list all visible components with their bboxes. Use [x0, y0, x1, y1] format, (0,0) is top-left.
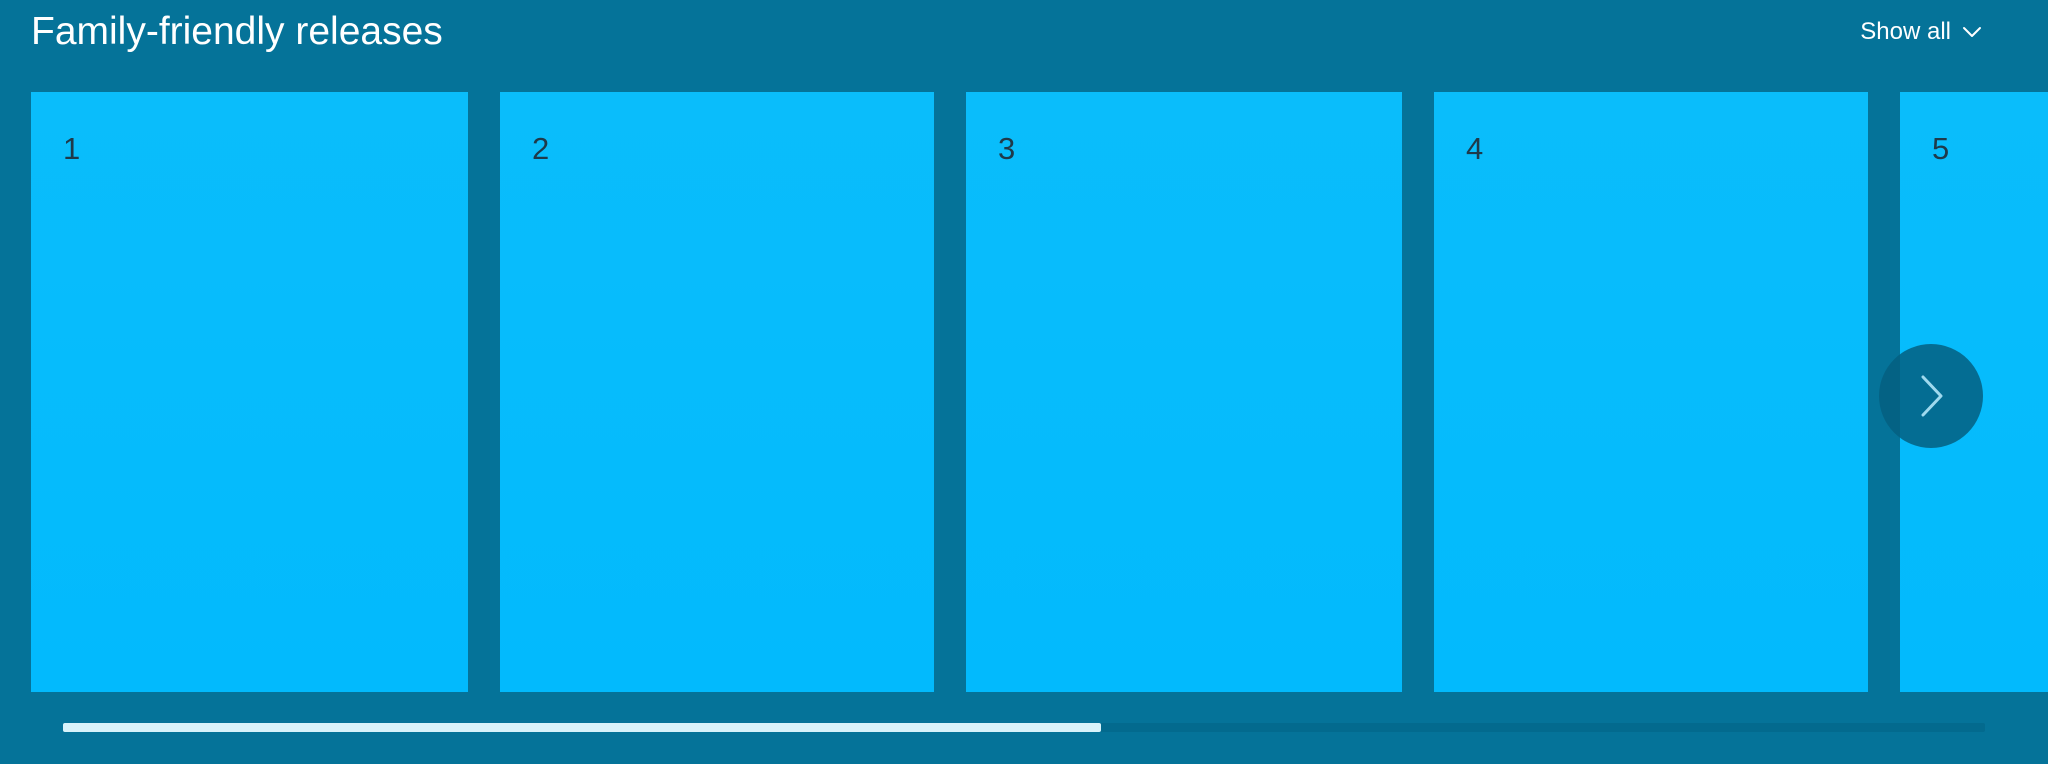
chevron-right-icon — [1921, 375, 1943, 417]
tile-number: 4 — [1466, 131, 1484, 166]
carousel-tile-1[interactable]: 1 — [31, 92, 468, 692]
tile-number: 5 — [1932, 131, 1950, 166]
carousel-scrollbar[interactable] — [63, 723, 1985, 732]
carousel-next-button[interactable] — [1879, 344, 1983, 448]
carousel-tile-4[interactable]: 4 — [1434, 92, 1868, 692]
carousel-section: Family-friendly releases Show all 1 2 3 … — [0, 0, 2048, 764]
tile-number: 1 — [63, 131, 81, 166]
show-all-label: Show all — [1860, 18, 1951, 45]
show-all-button[interactable]: Show all — [1860, 12, 1983, 52]
tile-number: 2 — [532, 131, 550, 166]
tile-number: 3 — [998, 131, 1016, 166]
carousel-tile-2[interactable]: 2 — [500, 92, 934, 692]
chevron-down-icon — [1963, 27, 1981, 37]
section-title: Family-friendly releases — [31, 10, 443, 53]
carousel-tile-3[interactable]: 3 — [966, 92, 1402, 692]
scrollbar-thumb[interactable] — [63, 723, 1101, 732]
